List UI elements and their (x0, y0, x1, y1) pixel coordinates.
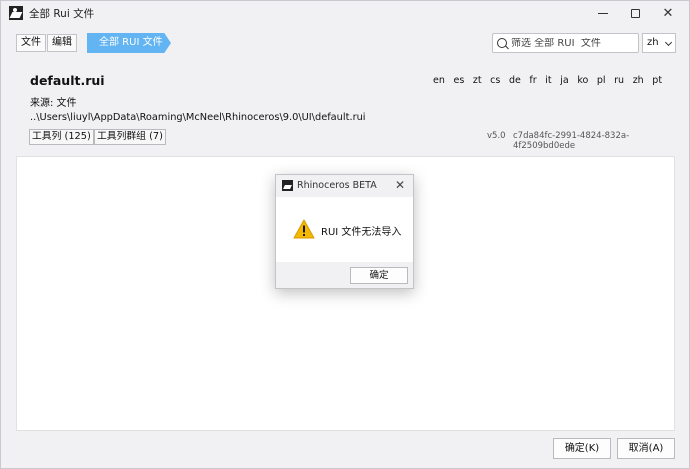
file-name-heading: default.rui (30, 73, 105, 88)
ok-button[interactable]: 确定(K) (553, 438, 611, 459)
language-item[interactable]: es (453, 75, 464, 86)
language-item[interactable]: ko (577, 75, 588, 86)
warning-icon (293, 219, 315, 239)
cancel-button[interactable]: 取消(A) (617, 438, 675, 459)
title-bar: 全部 Rui 文件 ✕ (1, 1, 689, 25)
toolbars-count-button[interactable]: 工具列 (125) (29, 129, 94, 145)
language-item[interactable]: zt (473, 75, 482, 86)
dialog-close-button[interactable]: ✕ (395, 178, 405, 192)
toolbar-groups-count-button[interactable]: 工具列群组 (7) (94, 129, 166, 145)
rhino-logo-icon (282, 180, 293, 191)
language-item[interactable]: en (433, 75, 445, 86)
maximize-button[interactable] (619, 1, 651, 25)
language-item[interactable]: pt (652, 75, 662, 86)
dialog-title: Rhinoceros BETA (297, 180, 377, 191)
dialog-ok-button[interactable]: 确定 (350, 267, 408, 284)
file-path: ..\Users\liuyl\AppData\Roaming\McNeel\Rh… (30, 112, 366, 123)
language-item[interactable]: zh (633, 75, 644, 86)
file-version: v5.0 (487, 131, 506, 141)
language-list: en es zt cs de fr it ja ko pl ru zh pt (433, 75, 671, 86)
window-title: 全部 Rui 文件 (29, 8, 95, 20)
edit-menu-button[interactable]: 编辑 (47, 34, 77, 52)
search-input[interactable] (511, 37, 631, 49)
file-source: 来源: 文件 (30, 98, 77, 109)
file-menu-button[interactable]: 文件 (16, 34, 46, 52)
language-select[interactable]: zh (642, 33, 676, 53)
language-select-value: zh (647, 37, 659, 48)
search-icon (497, 38, 507, 48)
rhino-logo-icon (9, 6, 23, 20)
language-item[interactable]: pl (597, 75, 606, 86)
file-guid: c7da84fc-2991-4824-832a-4f2509bd0ede (513, 131, 630, 151)
language-item[interactable]: cs (490, 75, 500, 86)
dialog-title-bar: Rhinoceros BETA ✕ (276, 175, 413, 197)
language-item[interactable]: ja (560, 75, 568, 86)
maximize-icon (630, 8, 640, 18)
search-box[interactable] (492, 33, 639, 53)
minimize-button[interactable] (587, 1, 619, 25)
language-item[interactable]: ru (614, 75, 624, 86)
chevron-down-icon (664, 38, 673, 47)
breadcrumb-all-rui-files[interactable]: 全部 RUI 文件 (87, 33, 171, 53)
minimize-icon (598, 12, 608, 14)
language-item[interactable]: fr (529, 75, 536, 86)
close-button[interactable]: ✕ (652, 1, 684, 25)
language-item[interactable]: it (545, 75, 551, 86)
close-icon: ✕ (662, 5, 674, 21)
dialog-message: RUI 文件无法导入 (321, 227, 402, 238)
error-dialog: Rhinoceros BETA ✕ RUI 文件无法导入 确定 (275, 174, 414, 289)
language-item[interactable]: de (509, 75, 521, 86)
